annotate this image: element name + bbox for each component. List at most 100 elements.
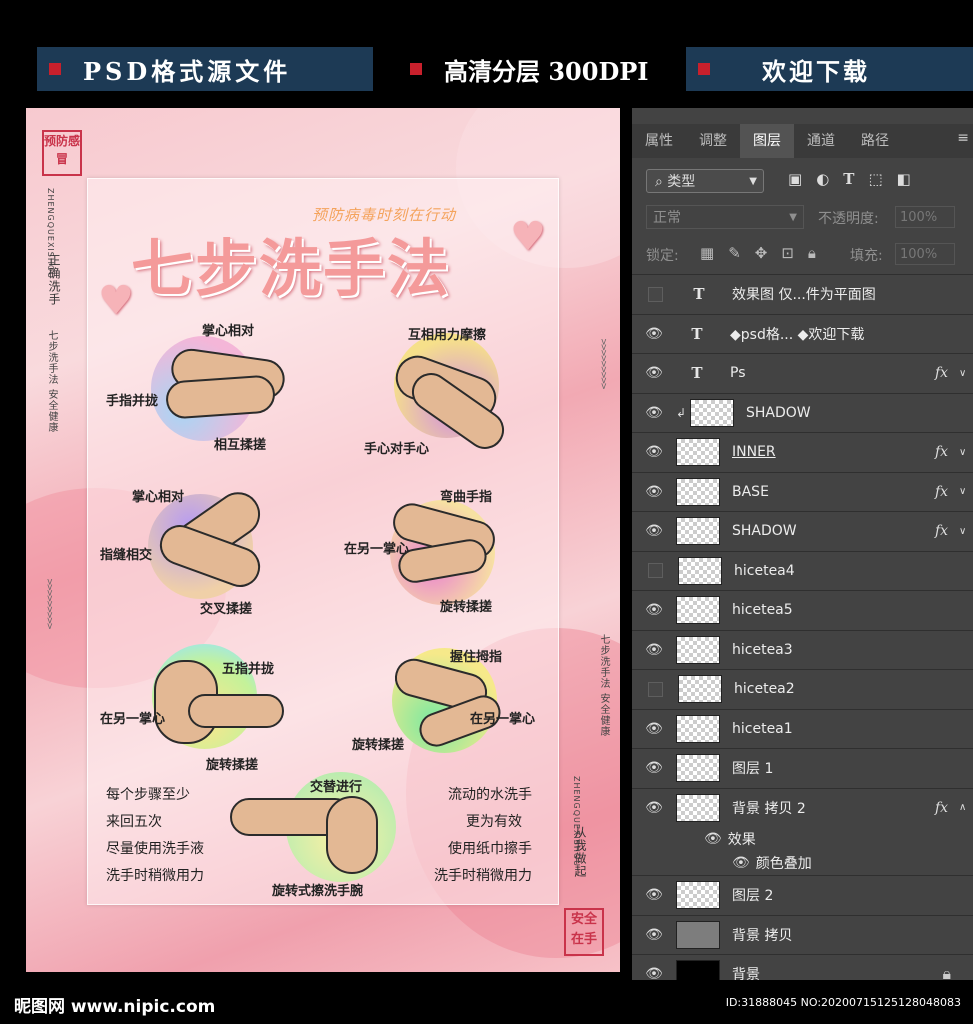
chevron-down-icon[interactable]: ∨: [959, 447, 973, 458]
chevron-down-icon[interactable]: ∨: [959, 368, 973, 379]
eye-icon[interactable]: 👁︎: [704, 831, 722, 847]
chevron-down-icon: ▼: [789, 212, 797, 223]
bullet-icon: [49, 63, 61, 75]
layer-row[interactable]: hicetea4: [632, 550, 973, 591]
eye-icon[interactable]: 👁︎: [632, 887, 676, 903]
hand-illustration: [188, 694, 284, 728]
layer-row[interactable]: 👁︎ BASE fx ∨: [632, 471, 973, 512]
lock-transparency-icon[interactable]: ▦: [700, 244, 714, 262]
note-line: 来回五次: [106, 814, 162, 830]
layer-row[interactable]: 👁︎ hicetea5: [632, 590, 973, 630]
eye-icon[interactable]: 👁︎: [632, 365, 676, 381]
vertical-slogan-right: 七步洗手法 安全健康: [598, 634, 609, 738]
layer-name: ◆psd格... ◆欢迎下载: [730, 326, 865, 343]
layer-thumbnail: [690, 398, 734, 427]
layer-thumbnail: [676, 881, 720, 910]
vertical-english-right: ZHENGQUEXISHOU: [572, 776, 581, 868]
eye-icon[interactable]: 👁︎: [632, 721, 676, 737]
lock-paint-icon[interactable]: ✎: [728, 244, 741, 262]
eye-icon[interactable]: 👁︎: [632, 405, 676, 421]
layer-row[interactable]: 👁︎ INNER fx ∨: [632, 432, 973, 472]
visibility-toggle-off[interactable]: [648, 286, 663, 302]
step3-label-a: 掌心相对: [132, 490, 185, 505]
layer-row[interactable]: 👁︎ hicetea3: [632, 629, 973, 670]
visibility-toggle-off[interactable]: [648, 681, 663, 697]
layer-row[interactable]: 👁︎ T ◆psd格... ◆欢迎下载: [632, 313, 973, 354]
chevron-up-icon[interactable]: ∧: [959, 802, 973, 813]
layer-row[interactable]: 👁︎ 背景 拷贝: [632, 914, 973, 955]
layer-row[interactable]: 👁︎ T Ps fx ∨: [632, 353, 973, 393]
note-line: 流动的水洗手: [448, 787, 532, 803]
layer-row[interactable]: 👁︎ 背景 拷贝 2 fx ∧: [632, 787, 973, 828]
eye-icon[interactable]: 👁︎: [632, 484, 676, 500]
tab-adjustments[interactable]: 调整: [686, 124, 740, 158]
chevron-down-icon[interactable]: ∨: [959, 486, 973, 497]
notes-left: 每个步骤至少 来回五次 尽量使用洗手液 洗手时稍微用力: [106, 782, 204, 890]
tab-layers[interactable]: 图层: [740, 124, 794, 158]
fx-icon[interactable]: fx: [935, 800, 959, 816]
banner-psd: PSD格式源文件: [37, 47, 373, 91]
banner-hd-label: 高清分层 300DPI: [444, 56, 649, 86]
step2-label-b: 手心对手心: [364, 442, 430, 457]
poster-preview: 预防感冒 ZHENGQUEXISHOU 正确洗手 七步洗手法 安全健康 >>>>…: [26, 108, 620, 972]
layer-row[interactable]: T 效果图 仅...件为平面图: [632, 274, 973, 314]
note-line: 每个步骤至少: [106, 787, 190, 803]
fx-icon[interactable]: fx: [935, 523, 959, 539]
shape-filter-icon[interactable]: ⬚: [868, 170, 882, 188]
smart-object-filter-icon[interactable]: ◧: [897, 170, 911, 188]
vertical-title-left: 正确洗手: [47, 254, 61, 306]
fill-input[interactable]: 100%: [895, 243, 955, 265]
layer-row[interactable]: 👁︎ 图层 1: [632, 748, 973, 788]
vertical-slogan-left: 七步洗手法 安全健康: [46, 330, 57, 434]
eye-icon[interactable]: 👁︎: [632, 760, 676, 776]
layer-row[interactable]: 👁︎ hicetea1: [632, 708, 973, 749]
chevron-down-icon[interactable]: ∨: [959, 526, 973, 537]
banner-psd-label: PSD格式源文件: [83, 56, 292, 86]
note-line: 尽量使用洗手液: [106, 841, 204, 857]
layer-filter-select[interactable]: ⌕ 类型 ▼: [646, 169, 764, 193]
opacity-input[interactable]: 100%: [895, 206, 955, 228]
eye-icon[interactable]: 👁︎: [732, 855, 750, 871]
layer-row[interactable]: 👁︎ 图层 2: [632, 875, 973, 915]
fx-icon[interactable]: fx: [935, 365, 959, 381]
layer-name: hicetea5: [732, 602, 793, 619]
step5-label-c: 旋转揉搓: [206, 758, 259, 773]
tab-paths[interactable]: 路径: [848, 124, 902, 158]
eye-icon[interactable]: 👁︎: [632, 602, 676, 618]
eye-icon[interactable]: 👁︎: [632, 642, 676, 658]
lock-artboard-icon[interactable]: ⊡: [781, 244, 794, 262]
layer-thumbnail: [678, 556, 722, 585]
eye-icon[interactable]: 👁︎: [632, 927, 676, 943]
fx-icon[interactable]: fx: [935, 484, 959, 500]
layer-row[interactable]: 👁︎ ↲ SHADOW: [632, 392, 973, 433]
layer-thumbnail: [676, 438, 720, 467]
fx-icon[interactable]: fx: [935, 444, 959, 460]
layer-row[interactable]: hicetea2: [632, 669, 973, 709]
eye-icon[interactable]: 👁︎: [632, 326, 676, 342]
blend-mode-value: 正常: [653, 210, 681, 226]
adjustment-filter-icon[interactable]: ◐: [816, 170, 829, 188]
image-filter-icon[interactable]: ▣: [788, 170, 802, 188]
type-filter-icon[interactable]: T: [843, 170, 854, 188]
blend-mode-select[interactable]: 正常 ▼: [646, 205, 804, 229]
eye-icon[interactable]: 👁︎: [632, 800, 676, 816]
lock-position-icon[interactable]: ✥: [755, 244, 768, 262]
layer-row[interactable]: 👁︎ SHADOW fx ∨: [632, 511, 973, 551]
lock-all-icon[interactable]: 🔒︎: [808, 244, 816, 262]
notes-right: 流动的水洗手 更为有效 使用纸巾擦手 洗手时稍微用力: [434, 782, 532, 890]
tab-properties[interactable]: 属性: [632, 124, 686, 158]
eye-icon[interactable]: 👁︎: [632, 444, 676, 460]
tab-channels[interactable]: 通道: [794, 124, 848, 158]
effect-item[interactable]: 👁︎ 颜色叠加: [632, 851, 973, 875]
layer-name: 图层 2: [732, 888, 774, 905]
visibility-toggle-off[interactable]: [648, 563, 663, 579]
layer-name: 图层 1: [732, 761, 774, 778]
panel-menu-icon[interactable]: ≡: [957, 130, 969, 146]
step4-label-c: 旋转揉搓: [440, 600, 493, 615]
effect-item-label: 颜色叠加: [755, 856, 812, 872]
layer-thumbnail: [676, 477, 720, 506]
effects-group[interactable]: 👁︎ 效果: [632, 827, 973, 851]
arrows-decoration: >>>>>>>>>: [44, 578, 54, 628]
eye-icon[interactable]: 👁︎: [632, 523, 676, 539]
fill-label: 填充:: [850, 248, 883, 264]
